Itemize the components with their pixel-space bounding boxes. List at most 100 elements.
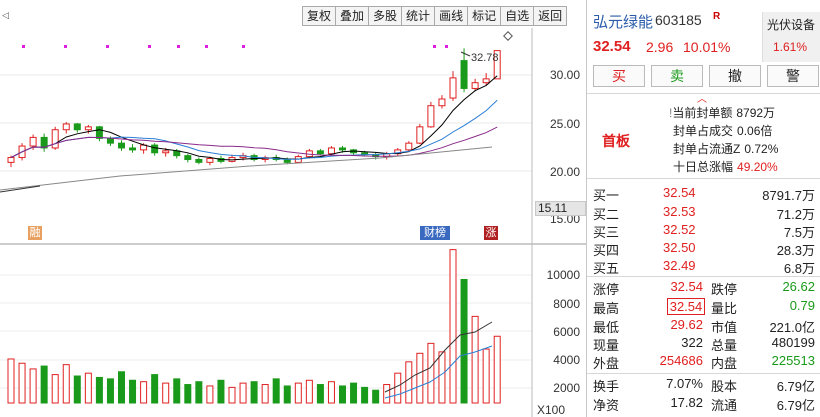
stat-row: 最高 32.54 量比 0.79 xyxy=(593,298,815,316)
signal-dot xyxy=(242,45,245,48)
price-tick-20: 20.00 xyxy=(549,165,580,179)
volume-bar xyxy=(95,376,103,404)
volume-bar xyxy=(305,379,313,404)
volume-bar xyxy=(471,315,479,404)
candle-body xyxy=(327,147,335,155)
candle-body xyxy=(118,142,125,149)
expand-arrow-icon[interactable]: ︿ xyxy=(697,90,707,105)
price-tick-30: 30.00 xyxy=(549,68,580,82)
bid-row[interactable]: 买五 32.49 6.8万 xyxy=(593,258,819,276)
sell-button[interactable]: 卖 xyxy=(651,65,703,87)
volume-bar xyxy=(140,381,148,404)
crosshair-price-badge: 15.11 xyxy=(535,201,586,216)
candle-body xyxy=(162,150,170,154)
volume-bar xyxy=(118,371,125,404)
bid-row[interactable]: 买二 32.53 71.2万 xyxy=(593,204,819,222)
volume-tick-2000: 2000 xyxy=(553,381,580,395)
candle-body xyxy=(206,158,214,163)
candle-body xyxy=(416,126,424,144)
volume-bar xyxy=(405,361,413,404)
candle-body xyxy=(7,157,15,163)
volume-tick-10000: 10000 xyxy=(546,268,580,282)
stat-row: 涨停 32.54 跌停 26.62 xyxy=(593,279,815,297)
price-change: 2.96 xyxy=(646,39,674,55)
stat-row: 最低 29.62 市值 221.0亿 xyxy=(593,317,815,335)
seal-vs-float-row: 封单占流通Z 0.72% xyxy=(673,142,779,156)
volume-bar xyxy=(84,372,92,404)
bid-row[interactable]: 买三 32.52 7.5万 xyxy=(593,222,819,240)
candle-body xyxy=(73,123,81,131)
bid-row[interactable]: 买四 32.50 28.3万 xyxy=(593,240,819,258)
volume-bar xyxy=(438,351,446,404)
high-marker-line xyxy=(460,51,471,57)
candle-body xyxy=(62,123,70,131)
volume-bar xyxy=(217,379,225,404)
volume-bar xyxy=(482,348,490,404)
candle-body xyxy=(339,147,346,151)
volume-bar xyxy=(493,335,501,404)
divider xyxy=(587,373,820,374)
candle-body xyxy=(51,129,59,149)
volume-bar xyxy=(151,374,159,404)
candle-body xyxy=(195,158,203,163)
candle-body xyxy=(151,144,159,154)
volume-bar xyxy=(129,379,137,404)
candle-body xyxy=(405,142,413,151)
report-mark[interactable]: 财榜 xyxy=(420,226,450,240)
margin-flag-badge: R xyxy=(713,11,721,22)
volume-bar xyxy=(29,368,37,404)
sector-name: 光伏设备 xyxy=(767,18,816,32)
alert-button[interactable]: 警 xyxy=(767,65,819,87)
volume-tick-8000: 8000 xyxy=(553,297,580,311)
volume-bar xyxy=(294,382,302,404)
limit-up-mark[interactable]: 涨 xyxy=(484,226,498,240)
signal-dot xyxy=(22,45,25,48)
candlestick-svg: 32.78 xyxy=(0,28,586,417)
volume-bar xyxy=(228,386,236,404)
bid-row[interactable]: 买一 32.54 8791.7万 xyxy=(593,185,819,203)
volume-bar xyxy=(40,365,48,404)
volume-bar xyxy=(427,342,435,404)
divider xyxy=(587,276,820,277)
volume-bar xyxy=(261,384,269,404)
stat-row: 现量 322 总量 480199 xyxy=(593,335,815,353)
cancel-order-button[interactable]: 撤 xyxy=(709,65,761,87)
volume-bar xyxy=(239,382,247,404)
volume-bar xyxy=(18,362,26,404)
candle-body xyxy=(471,82,479,89)
stat-row: 外盘 254686 内盘 225513 xyxy=(593,353,815,371)
stock-name[interactable]: 弘元绿能 xyxy=(593,11,653,32)
trade-buttons: 买 卖 撤 警 xyxy=(593,65,820,87)
kline-chart-area[interactable]: ◁ 复权 叠加 多股 统计 画线 标记 自选 返回 32.78 30.00 25… xyxy=(0,0,586,417)
sector-box[interactable]: 光伏设备 1.61% xyxy=(762,12,820,62)
divider xyxy=(587,178,820,179)
volume-bar xyxy=(206,385,214,404)
volume-bar xyxy=(51,374,59,404)
signal-dot xyxy=(445,45,448,48)
ten-day-gain-row: 十日总涨幅 49.20% xyxy=(673,160,778,174)
candle-body xyxy=(129,147,137,151)
stat-row: 换手 7.07% 股本 6.79亿 xyxy=(593,376,815,394)
volume-bar xyxy=(327,381,335,404)
volume-bar xyxy=(449,249,457,404)
candle-body xyxy=(438,98,446,107)
volume-bar xyxy=(62,364,70,404)
seal-board-label: 首板 xyxy=(602,133,630,149)
signal-dot xyxy=(148,45,151,48)
volume-bar xyxy=(184,384,192,404)
volume-bar xyxy=(283,385,291,404)
signal-dot xyxy=(433,45,436,48)
candle-body xyxy=(95,126,103,139)
volume-bar xyxy=(361,386,369,404)
stock-code: 603185 xyxy=(655,12,702,28)
volume-bar xyxy=(460,278,468,404)
candle-body xyxy=(316,150,324,155)
volume-bar xyxy=(339,385,346,404)
ma10-line xyxy=(10,99,498,160)
volume-bar xyxy=(195,381,203,404)
price-tick-25: 25.00 xyxy=(549,117,580,131)
volume-bar xyxy=(372,389,380,404)
margin-mark[interactable]: 融 xyxy=(28,226,42,240)
buy-button[interactable]: 买 xyxy=(593,65,645,87)
volume-bar xyxy=(316,384,324,404)
